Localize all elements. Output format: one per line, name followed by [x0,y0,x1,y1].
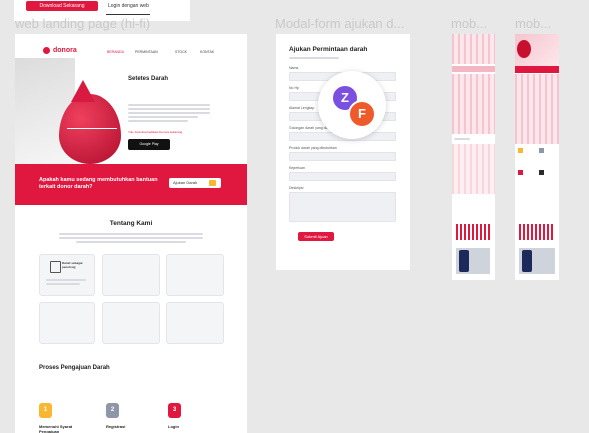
hero-title: Setetes Darah [128,76,169,82]
blood-drop-icon [59,94,121,164]
frame-title-mob1[interactable]: mob... [451,16,491,31]
frame-title-mob2[interactable]: mob... [515,16,555,31]
download-button[interactable]: Download Sekarang [26,1,98,11]
field-label-produk: Produk darah yang dibutuhkan [289,146,337,150]
logo-icon [43,47,50,54]
modal-frame[interactable]: Ajukan Permintaan darah Nama No Hp Alama… [276,34,410,270]
mob1-chart [456,224,491,240]
hero-cta-text: Yuk, download aplikasi Donora sekarang [128,130,183,134]
avatar-f[interactable]: F [348,100,376,128]
mobile-frame-1[interactable] [452,34,495,280]
mob2-hero [515,34,559,66]
process-title: Proses Pengajuan Darah [39,365,110,371]
field-label-nama: Nama [289,66,299,70]
mobile-frame-2[interactable] [515,34,559,280]
about-card-3[interactable] [166,254,224,296]
mob1-cards-area [452,144,495,194]
login-underline [106,14,150,15]
hero-paragraph [128,104,210,122]
field-input-deskripsi[interactable] [289,192,396,222]
ajukan-darah-button[interactable]: Ajukan Darah [169,178,221,188]
mob2-chart [519,224,555,240]
step-2-label: Registrasi [106,424,126,429]
mob2-step-2 [539,148,544,153]
ajukan-darah-label: Ajukan Darah [173,180,198,185]
mob2-step-3 [518,170,523,175]
about-paragraph [59,233,203,243]
modal-subtitle [289,57,339,59]
frame-title-modal[interactable]: Modal-form ajukan d... [275,16,410,31]
logo-text: donora [53,47,77,54]
mob1-phone-icon [459,250,469,272]
drop-tip [71,80,95,102]
google-play-badge[interactable]: Google Play [128,139,170,150]
about-card-6[interactable] [166,302,224,344]
nav-item-permintaan[interactable]: PERMINTAAN [135,50,158,54]
step-2-badge: 2 [106,403,119,418]
arrow-icon [209,180,216,186]
mob1-content-area [452,74,495,134]
field-label-deskripsi: Deskripsi [289,186,304,190]
login-link[interactable]: Login dengan web [108,1,149,11]
about-title: Tentang Kami [109,220,153,227]
step-3-label: Login [168,424,179,429]
collaborator-avatars[interactable]: Z F [318,71,386,139]
heartbeat-icon [67,128,117,129]
field-label-nohp: No Hp [289,86,299,90]
about-card-4[interactable] [39,302,95,344]
clipboard-icon [50,261,61,273]
step-1-badge: 1 [39,403,52,418]
nav-item-beranda[interactable]: BERANDA [107,50,124,54]
mob1-section-bar [452,66,495,72]
submit-ajuan-button[interactable]: Submit Ajuan [298,232,334,241]
mob2-phone-icon [522,250,532,272]
step-3-badge: 3 [168,403,181,418]
about-card-2[interactable] [102,254,160,296]
about-card-title: Darah sebagai penolong [62,261,83,269]
field-label-keperluan: Keperluan [289,166,305,170]
hero-image [15,58,127,168]
nav-item-stock[interactable]: STOCK [175,50,187,54]
mob2-drop-icon [517,40,531,58]
landing-frame[interactable]: donora BERANDA PERMINTAAN STOCK KONTAK S… [15,34,247,433]
help-banner: Apakah kamu sedang membutuhkan bantuan t… [15,164,247,205]
mob2-phone-image [519,248,555,274]
about-card-5[interactable] [102,302,160,344]
navbar: donora BERANDA PERMINTAAN STOCK KONTAK [15,34,247,58]
field-input-produk[interactable] [289,152,396,161]
mob2-banner [515,66,559,73]
mob2-step-1 [518,148,523,153]
nav-item-kontak[interactable]: KONTAK [200,50,214,54]
about-card-1[interactable]: Darah sebagai penolong [39,254,95,296]
mob1-header-area [452,34,495,64]
field-label-alamat: Alamat Lengkap [289,106,315,110]
banner-text: Apakah kamu sedang membutuhkan bantuan t… [39,177,158,190]
frame-title-landing[interactable]: web landing page (hi-fi) [15,16,165,31]
field-input-keperluan[interactable] [289,172,396,181]
mob2-content-area [515,74,559,144]
modal-title: Ajukan Permintaan darah [289,46,368,53]
step-1-label: Memenuhi Syarat Pengajuan [39,424,73,433]
mob1-phone-image [456,248,490,274]
mob2-step-4 [539,170,544,175]
